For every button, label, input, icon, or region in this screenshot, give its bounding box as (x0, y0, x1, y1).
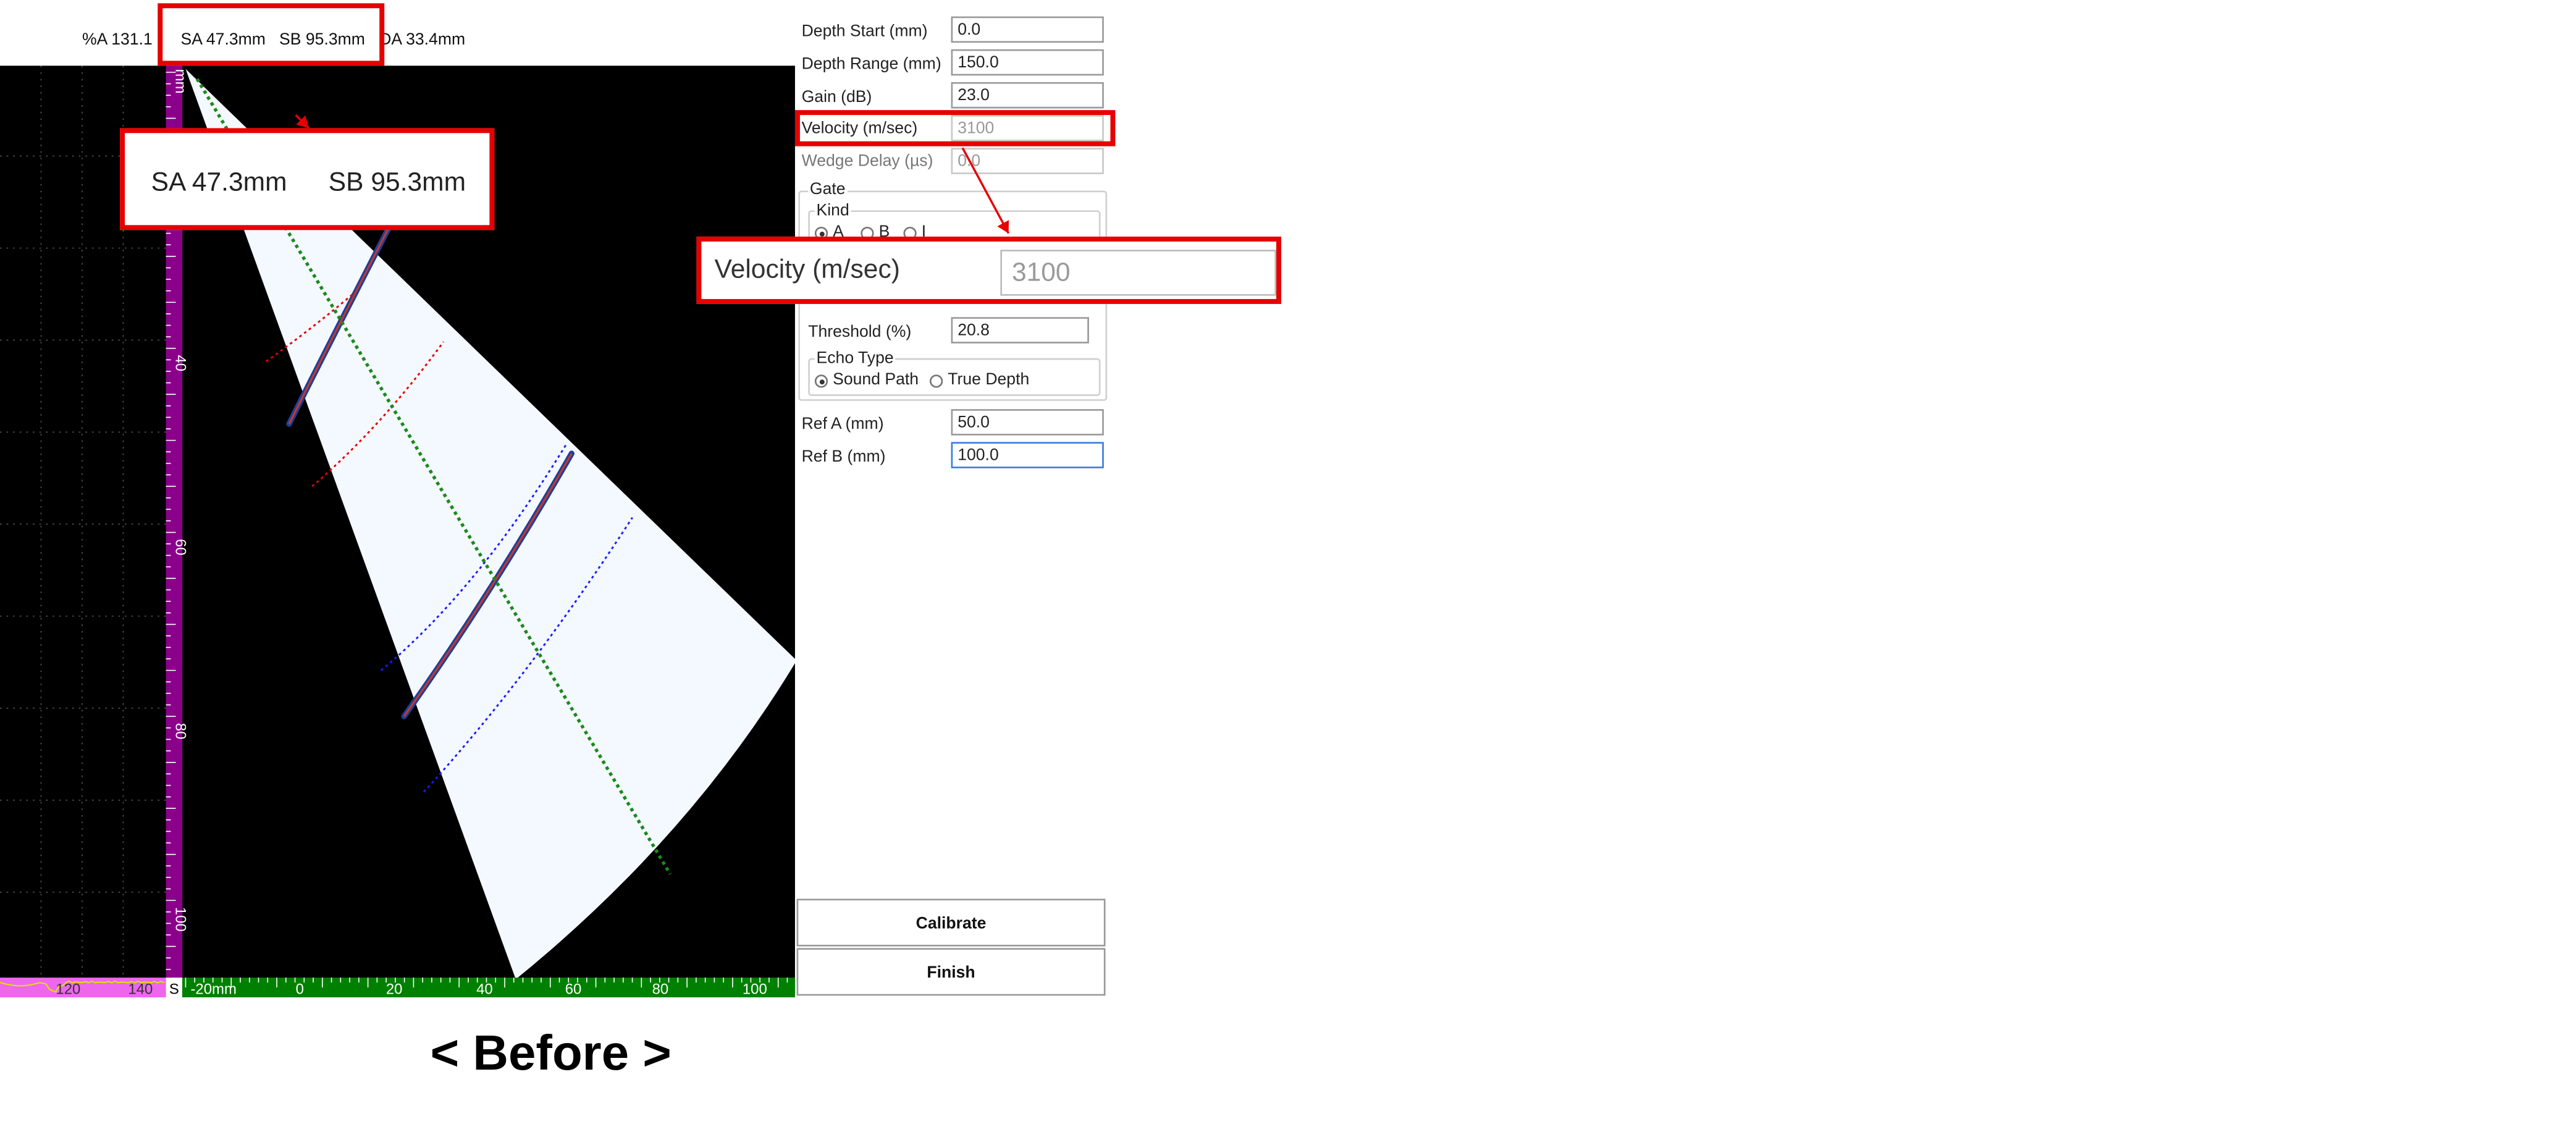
status-da: DA 33.4mm (379, 31, 466, 49)
depth-tick-label: 40 (172, 355, 189, 371)
status-zoom-callout: SA 47.3mm SB 95.3mm (120, 128, 495, 230)
true-depth-label: True Depth (948, 371, 1030, 390)
zoom-velocity-label: Velocity (m/sec) (714, 256, 900, 285)
comparison-caption: < Before > (430, 1026, 671, 1081)
wedge-delay-label: Wedge Delay (µs) (801, 153, 933, 171)
sound-path-label: Sound Path (833, 371, 919, 390)
finish-button[interactable]: Finish (796, 948, 1106, 996)
depth-start-input[interactable]: 0.0 (951, 16, 1104, 43)
index-tick-label: 0 (296, 981, 304, 997)
depth-unit-label: mm (172, 69, 189, 94)
after-panel: %A 125.6 SA 49.6mm SB 99.6mm DA 35.1mm (1288, 0, 2576, 1124)
gain-input[interactable]: 23.0 (951, 82, 1104, 109)
threshold-input[interactable]: 20.8 (951, 317, 1089, 344)
status-highlight-box (158, 3, 385, 66)
depth-range-label: Depth Range (mm) (801, 56, 941, 74)
gain-label: Gain (dB) (801, 88, 872, 107)
before-panel: %A 131.1 SA 47.3mm SB 95.3mm DA 33.4mm 4… (0, 0, 1288, 1124)
ref-a-input[interactable]: 50.0 (951, 409, 1104, 436)
s-label: S (169, 981, 179, 997)
zoom-velocity-value: 3100 (1000, 250, 1277, 296)
true-depth-radio-icon[interactable] (929, 374, 943, 388)
depth-tick-label: 80 (172, 723, 189, 740)
velocity-highlight-box (794, 110, 1116, 146)
wedge-delay-input[interactable]: 0.0 (951, 148, 1104, 174)
ref-a-label: Ref A (mm) (801, 415, 884, 434)
ref-b-input[interactable]: 100.0 (951, 442, 1104, 468)
depth-range-input[interactable]: 150.0 (951, 49, 1104, 76)
depth-start-label: Depth Start (mm) (801, 23, 928, 41)
gate-title: Gate (808, 180, 848, 199)
index-ruler: -20mm 0 20 40 60 80 100 (182, 978, 797, 997)
depth-tick-label: 60 (172, 539, 189, 556)
index-tick-label: 80 (652, 981, 669, 997)
index-tick-label: 40 (476, 981, 493, 997)
depth-tick-label: 100 (172, 907, 189, 932)
index-tick-label: 100 (743, 981, 767, 997)
index-tick-label: -20mm (190, 981, 236, 997)
index-tick-label: 60 (565, 981, 582, 997)
threshold-label: Threshold (%) (808, 323, 912, 342)
velocity-zoom-callout: Velocity (m/sec) 3100 (696, 236, 1282, 304)
ascan-tick-label: 140 (128, 981, 153, 997)
zoom-sa-text: SA 47.3mm (151, 169, 287, 198)
ref-b-label: Ref B (mm) (801, 448, 886, 467)
callout-arrows (1288, 0, 2576, 1124)
calibrate-button[interactable]: Calibrate (796, 898, 1106, 947)
sound-path-radio-icon[interactable] (814, 374, 828, 388)
calibration-panel: Depth Start (mm) 0.0 Depth Range (mm) 15… (794, 0, 1108, 1002)
gate-kind-label: Kind (814, 202, 851, 221)
zoom-sb-text: SB 95.3mm (328, 169, 466, 198)
index-tick-label: 20 (386, 981, 403, 997)
echo-type-title: Echo Type (814, 350, 896, 368)
ascan-tick-label: 120 (56, 981, 80, 997)
status-pa: %A 131.1 (82, 31, 153, 49)
